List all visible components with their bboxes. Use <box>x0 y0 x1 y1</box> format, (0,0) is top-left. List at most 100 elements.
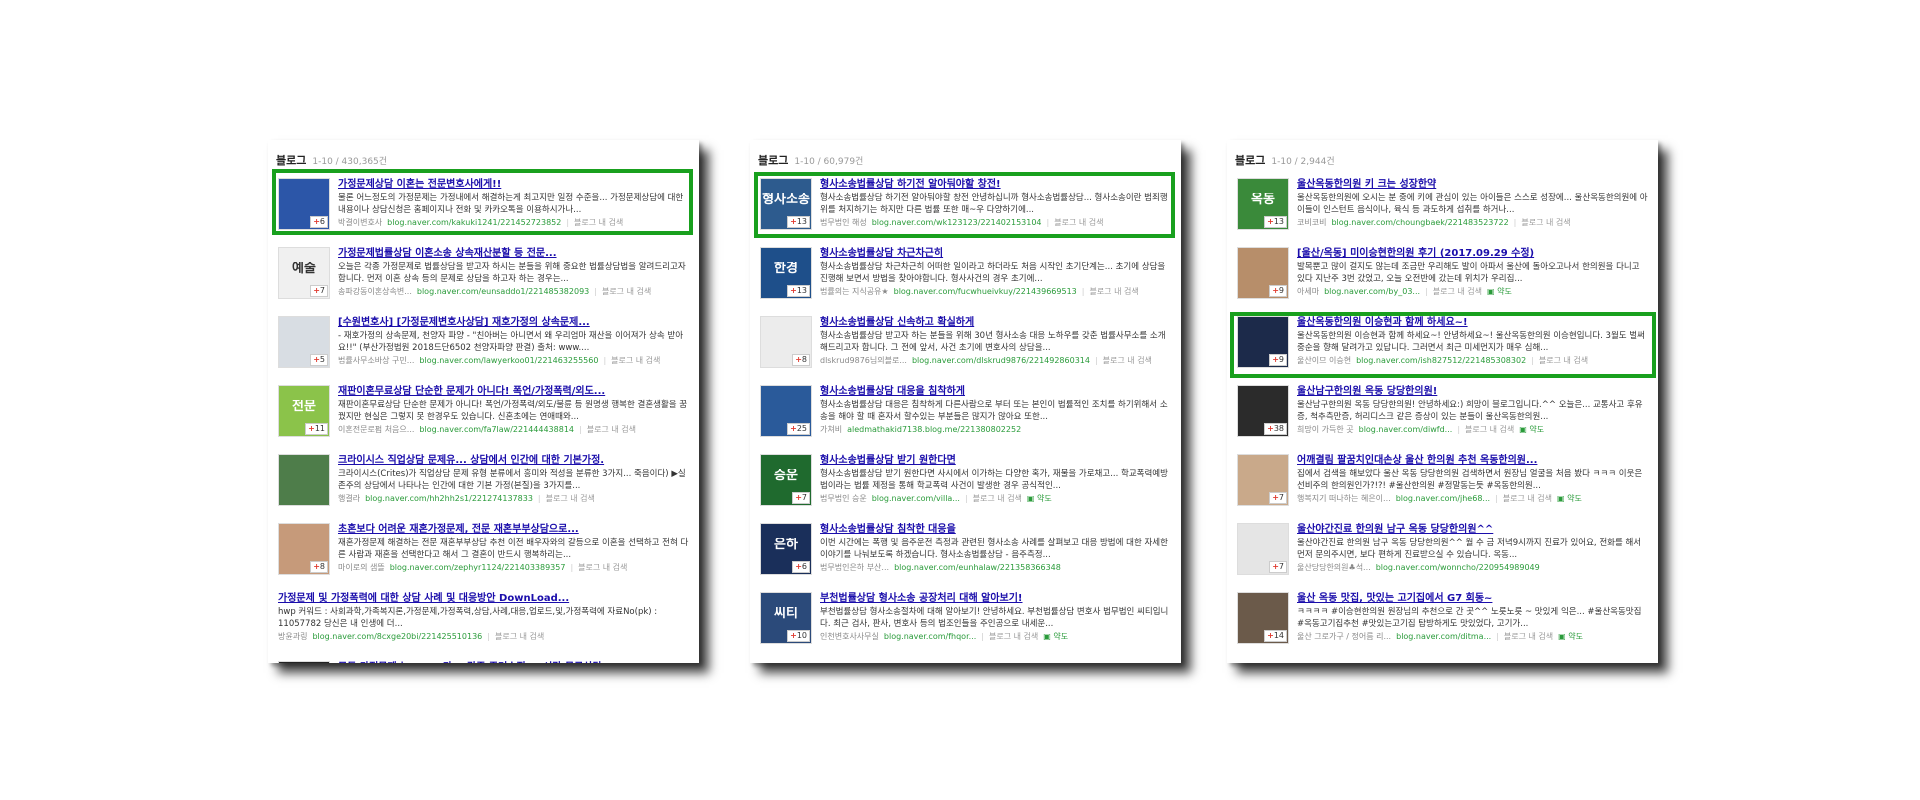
result-title-link[interactable]: 형사소송법률상담 대응을 침착하게 <box>820 385 1171 398</box>
blog-search-link[interactable]: 블로그 내 검색 <box>587 425 636 434</box>
result-thumbnail[interactable]: 한경 +13 <box>760 247 812 299</box>
result-item[interactable]: 은하 +6 형사소송법률상담 침착한 대응을 이번 시간에는 폭행 및 음주운전 측정… <box>758 519 1173 588</box>
blog-author[interactable]: 법무법인 해성 <box>820 218 867 227</box>
blog-url[interactable]: blog.naver.com/8cxge20bi/221425510136 <box>312 632 482 641</box>
blog-url[interactable]: blog.naver.com/diwfd... <box>1359 425 1453 434</box>
result-item[interactable]: +9 울산옥동한의원 이승현과 함께 하세요~! 울산옥동한의원 이승현과 함께 하… <box>1235 312 1650 381</box>
blog-author[interactable]: 울산이므 이승현 <box>1297 356 1351 365</box>
map-link[interactable]: ▣ 약도 <box>1487 287 1512 296</box>
blog-author[interactable]: 방윤과링 <box>278 632 307 641</box>
blog-author[interactable]: 울산 그로가구 / 정어름 리... <box>1297 632 1391 641</box>
result-title-link[interactable]: [울산/옥동] 미이승현한의원 후기 (2017.09.29 수정) <box>1297 247 1648 260</box>
blog-url[interactable]: blog.naver.com/zephyr1124/221403389357 <box>390 563 566 572</box>
result-item[interactable]: 크라이시스 직업상담 문제유... 상담에서 인간에 대한 기본가정. 크라이시스… <box>276 450 691 519</box>
blog-search-link[interactable]: 블로그 내 검색 <box>1433 287 1482 296</box>
result-title-link[interactable]: 형사소송법률상담 하기전 알아둬야할 창전! <box>820 178 1171 191</box>
blog-search-link[interactable]: 블로그 내 검색 <box>973 494 1022 503</box>
result-thumbnail[interactable]: 옥동 +13 <box>1237 178 1289 230</box>
blog-search-link[interactable]: 블로그 내 검색 <box>989 632 1038 641</box>
blog-search-link[interactable]: 블로그 내 검색 <box>1504 632 1553 641</box>
blog-url[interactable]: blog.naver.com/eunhalaw/221358366348 <box>894 563 1061 572</box>
result-thumbnail[interactable] <box>278 454 330 506</box>
blog-url[interactable]: aledmathakid7138.blog.me/221380802252 <box>847 425 1021 434</box>
result-thumbnail[interactable]: 승운 +7 <box>760 454 812 506</box>
result-title-link[interactable]: 가정문제 및 가정폭력에 대한 상담 사례 및 대응방안 DownLoad... <box>278 592 689 605</box>
blog-url[interactable]: blog.naver.com/hh2hh2s1/221274137833 <box>365 494 533 503</box>
result-thumbnail[interactable]: +9 <box>1237 316 1289 368</box>
blog-search-link[interactable]: 블로그 내 검색 <box>578 563 627 572</box>
blog-author[interactable]: dlskrud9876님의블로... <box>820 356 907 365</box>
blog-author[interactable]: 희망이 가득한 곳 <box>1297 425 1354 434</box>
blog-author[interactable]: 송파강동이혼상속변... <box>338 287 412 296</box>
result-title-link[interactable]: 울산옥동한의원 이승현과 함께 하세요~! <box>1297 316 1648 329</box>
blog-author[interactable]: 코비코비 <box>1297 218 1326 227</box>
result-thumbnail[interactable]: +8 <box>760 316 812 368</box>
blog-url[interactable]: blog.naver.com/eunsaddo1/221485382093 <box>417 287 589 296</box>
blog-url[interactable]: blog.naver.com/villa... <box>872 494 960 503</box>
blog-url[interactable]: blog.naver.com/lawyerkoo01/221463255560 <box>419 356 598 365</box>
result-thumbnail[interactable]: +7 <box>1237 523 1289 575</box>
blog-search-link[interactable]: 블로그 내 검색 <box>611 356 660 365</box>
result-item[interactable]: 예술 +7 가정문제법률상담 이혼소송 상속재산분할 등 전문... 오늘은 각종 가… <box>276 243 691 312</box>
result-title-link[interactable]: 형사소송법률상담 신속하고 확실하게 <box>820 316 1171 329</box>
result-title-link[interactable]: 울산야간진료 한의원 남구 옥동 당당한의원^^ <box>1297 523 1648 536</box>
result-item[interactable]: +7 어깨결림 팔꿈치인대손상 울산 한의원 추천 옥동한의원... 집에서 검색을… <box>1235 450 1650 519</box>
blog-search-link[interactable]: 블로그 내 검색 <box>1539 356 1588 365</box>
result-item[interactable]: +8 초혼보다 어려운 재혼가정문제, 전문 재혼부부상담으로... 재혼가정문제 … <box>276 519 691 588</box>
blog-author[interactable]: 울산당당한의원♣석... <box>1297 563 1371 572</box>
result-item[interactable]: 한경 +13 형사소송법률상담 차근차근히 형사소송법률상담 차근차근히 어떠한 일이… <box>758 243 1173 312</box>
blog-search-link[interactable]: 블로그 내 검색 <box>1054 218 1103 227</box>
blog-url[interactable]: blog.naver.com/by_03... <box>1324 287 1420 296</box>
result-item[interactable]: +8 형사소송법률상담 신속하고 확실하게 형사소송법률상담 받고자 하는 분들을 … <box>758 312 1173 381</box>
result-title-link[interactable]: 재판이혼무료상담 단순한 문제가 아니다! 폭언/가정폭력/외도... <box>338 385 689 398</box>
result-item[interactable]: +5 [수원변호사] [가정문제변호사상담] 재호가정의 상속문제... - 재호가… <box>276 312 691 381</box>
result-title-link[interactable]: 형사소송법률상담 받기 원한다면 <box>820 454 1171 467</box>
result-item[interactable]: 옥동 +13 울산옥동한의원 키 크는 성장한약 울산옥동한의원에 오시는 분 중에 … <box>1235 174 1650 243</box>
result-title-link[interactable]: 가정문제법률상담 이혼소송 상속재산분할 등 전문... <box>338 247 689 260</box>
result-thumbnail[interactable]: +9 <box>1237 247 1289 299</box>
blog-url[interactable]: blog.naver.com/fhqor... <box>884 632 976 641</box>
blog-author[interactable]: 법무법인은하 부산... <box>820 563 889 572</box>
result-thumbnail[interactable]: VDA <box>278 661 330 663</box>
result-thumbnail[interactable]: 예술 +7 <box>278 247 330 299</box>
result-title-link[interactable]: [수원변호사] [가정문제변호사상담] 재호가정의 상속문제... <box>338 316 689 329</box>
result-item[interactable]: VDA 모든 가정문제 는 V.D.A가... 각종 증거수집 24시간 무료상담… <box>276 657 691 663</box>
result-thumbnail[interactable]: 형사소송 +13 <box>760 178 812 230</box>
blog-author[interactable]: 인천변호사사무실 <box>820 632 879 641</box>
result-thumbnail[interactable]: 씨티 +10 <box>760 592 812 644</box>
result-title-link[interactable]: 울산 옥동 맛집, 맛있는 고기집에서 G7 회동~ <box>1297 592 1648 605</box>
result-thumbnail[interactable]: 은하 +6 <box>760 523 812 575</box>
result-title-link[interactable]: 가정문제상담 이혼는 전문변호사에게!! <box>338 178 689 191</box>
blog-author[interactable]: 행결라 <box>338 494 360 503</box>
blog-author[interactable]: 가쳐비 <box>820 425 842 434</box>
result-title-link[interactable]: 울산남구한의원 옥동 당당한의원! <box>1297 385 1648 398</box>
result-thumbnail[interactable]: +8 <box>278 523 330 575</box>
result-title-link[interactable]: 모든 가정문제 는 V.D.A가... 각종 증거수집 24시간 무료상담... <box>338 661 689 663</box>
result-title-link[interactable]: 어깨결림 팔꿈치인대손상 울산 한의원 추천 옥동한의원... <box>1297 454 1648 467</box>
map-link[interactable]: ▣ 약도 <box>1043 632 1068 641</box>
blog-author[interactable]: 박결이변호사 <box>338 218 382 227</box>
map-link[interactable]: ▣ 약도 <box>1519 425 1544 434</box>
result-item[interactable]: 승운 +7 형사소송법률상담 받기 원한다면 형사소송법률상담 받기 원한다면 사시에… <box>758 450 1173 519</box>
map-link[interactable]: ▣ 약도 <box>1557 494 1582 503</box>
result-item[interactable]: 전문 +11 재판이혼무료상담 단순한 문제가 아니다! 폭언/가정폭력/외도...… <box>276 381 691 450</box>
blog-search-link[interactable]: 블로그 내 검색 <box>1503 494 1552 503</box>
blog-author[interactable]: 이혼전문로펌 처음으... <box>338 425 414 434</box>
blog-search-link[interactable]: 블로그 내 검색 <box>1089 287 1138 296</box>
blog-search-link[interactable]: 블로그 내 검색 <box>602 287 651 296</box>
result-item[interactable]: +14 울산 옥동 맛집, 맛있는 고기집에서 G7 회동~ ㅋㅋㅋㅋ #이승현한의… <box>1235 588 1650 657</box>
result-item[interactable]: +7 울산야간진료 한의원 남구 옥동 당당한의원^^ 울산야간진료 한의원 남구 … <box>1235 519 1650 588</box>
result-thumbnail[interactable]: +5 <box>278 316 330 368</box>
blog-search-link[interactable]: 블로그 내 검색 <box>546 494 595 503</box>
blog-url[interactable]: blog.naver.com/fucwhueivkuy/221439669513 <box>894 287 1077 296</box>
blog-url[interactable]: blog.naver.com/kakuki1241/221452723852 <box>387 218 561 227</box>
result-item[interactable]: +9 [울산/옥동] 미이승현한의원 후기 (2017.09.29 수정) 발목뿐고… <box>1235 243 1650 312</box>
result-title-link[interactable]: 울산옥동한의원 키 크는 성장한약 <box>1297 178 1648 191</box>
map-link[interactable]: ▣ 약도 <box>1558 632 1583 641</box>
blog-search-link[interactable]: 블로그 내 검색 <box>574 218 623 227</box>
blog-url[interactable]: blog.naver.com/choungbaek/221483523722 <box>1331 218 1508 227</box>
result-thumbnail[interactable]: +25 <box>760 385 812 437</box>
blog-author[interactable]: 행복지기 떠나하는 혜은이... <box>1297 494 1391 503</box>
result-item[interactable]: +38 울산남구한의원 옥동 당당한의원! 울산남구한의원 옥동 당당한의원! 안녕… <box>1235 381 1650 450</box>
result-title-link[interactable]: 형사소송법률상담 차근차근히 <box>820 247 1171 260</box>
